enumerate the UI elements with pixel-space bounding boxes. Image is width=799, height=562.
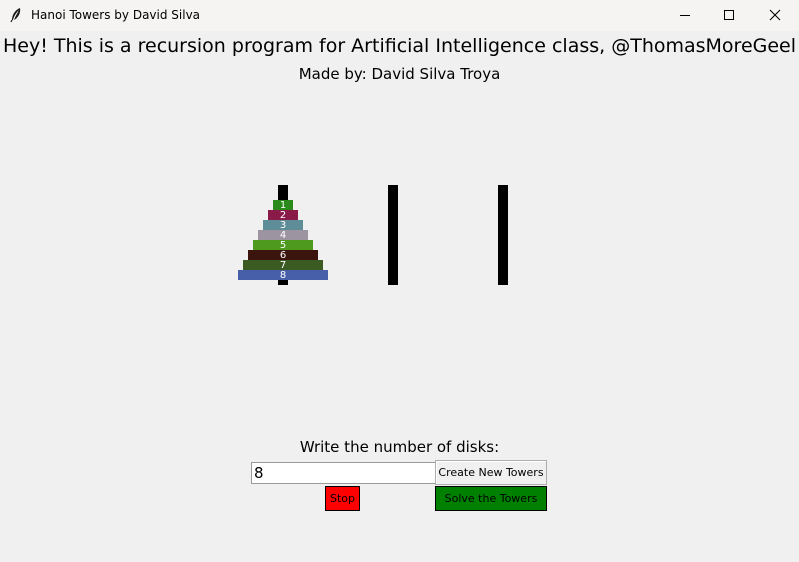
disk-5: 5 — [253, 240, 313, 251]
peg-right — [498, 185, 508, 285]
author-byline: Made by: David Silva Troya — [298, 65, 501, 83]
solve-towers-button[interactable]: Solve the Towers — [435, 486, 547, 511]
close-button[interactable] — [752, 0, 798, 31]
maximize-button[interactable] — [706, 0, 752, 31]
page-title: Hey! This is a recursion program for Art… — [2, 35, 797, 57]
peg-middle — [388, 185, 398, 285]
window-title: Hanoi Towers by David Silva — [31, 8, 201, 22]
disk-7: 7 — [243, 260, 323, 271]
disk-8: 8 — [238, 270, 328, 281]
disk-count-input[interactable] — [251, 462, 436, 484]
minimize-button[interactable] — [662, 0, 708, 31]
title-bar: Hanoi Towers by David Silva — [0, 0, 799, 31]
minimize-icon — [680, 15, 690, 16]
disk-4: 4 — [258, 230, 308, 241]
close-icon — [769, 9, 781, 21]
disk-1: 1 — [273, 200, 293, 211]
disk-6: 6 — [248, 250, 318, 261]
disk-3: 3 — [263, 220, 303, 231]
create-towers-button[interactable]: Create New Towers — [435, 460, 547, 485]
feather-icon — [9, 7, 23, 23]
disk-2: 2 — [268, 210, 298, 221]
disk-count-prompt: Write the number of disks: — [299, 438, 500, 456]
app-window: Hanoi Towers by David Silva Hey! This is… — [0, 0, 799, 562]
stop-button[interactable]: Stop — [325, 486, 360, 511]
maximize-icon — [724, 10, 734, 20]
